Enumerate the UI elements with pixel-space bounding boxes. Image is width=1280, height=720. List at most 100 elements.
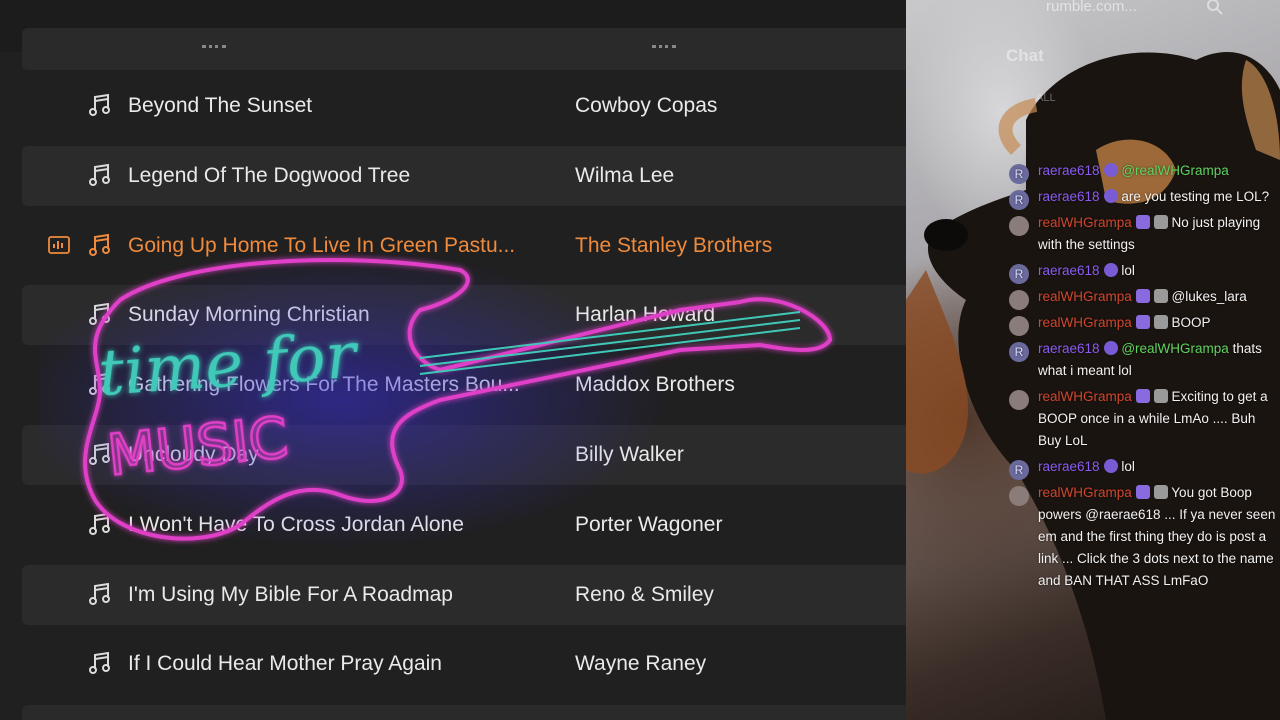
avatar[interactable] [1009,316,1029,336]
partially-visible-track-row-bottom[interactable] [22,705,906,720]
clipped-title-text [202,42,226,48]
user-badge-icon [1153,389,1168,403]
chat-username[interactable]: realWHGrampa [1038,315,1132,330]
track-artist[interactable]: Maddox Brothers [575,350,735,420]
dog-paw [906,270,968,474]
chat-text: lol [1121,459,1135,474]
user-badge-icon [1103,189,1118,203]
chat-username[interactable]: realWHGrampa [1038,389,1132,404]
music-note-icon [89,233,111,257]
music-note-icon [89,302,111,326]
track-row[interactable]: I Won't Have To Cross Jordan Alone Porter… [22,495,906,555]
clipped-artist-text [652,42,676,48]
user-badge-icon [1103,459,1118,473]
music-note-icon [89,93,111,117]
chat-message: Rraerae618 lol [1006,260,1276,284]
avatar[interactable]: R [1009,190,1029,210]
track-title: Beyond The Sunset [128,94,313,117]
track-title: Going Up Home To Live In Green Pastu... [128,233,516,257]
track-artist[interactable]: Billy Walker [575,420,684,490]
track-row[interactable]: Legend Of The Dogwood Tree Wilma Lee [22,145,906,206]
avatar[interactable]: R [1009,460,1029,480]
chat-message: realWHGrampa No just playing with the se… [1006,212,1276,256]
chat-text: are you testing me LOL? [1121,189,1270,204]
track-artist[interactable]: Porter Wagoner [575,490,722,560]
chat-filter-all[interactable]: ALL [1036,92,1056,104]
avatar[interactable]: R [1009,342,1029,362]
user-badge-icon [1153,315,1168,329]
chat-username[interactable]: realWHGrampa [1038,215,1132,230]
avatar[interactable] [1009,390,1029,410]
track-artist[interactable]: Reno & Smiley [575,560,714,630]
site-url-text: rumble.com... [1046,0,1137,15]
track-row[interactable]: Gathering Flowers For The Masters Bou...… [22,355,906,415]
chat-message: Rraerae618 lol [1006,456,1276,480]
user-badge-icon [1135,485,1150,499]
music-note-icon [89,582,111,606]
avatar[interactable] [1009,486,1029,506]
chat-text: lol [1121,263,1135,278]
track-row[interactable]: Going Up Home To Live In Green Pastu... T… [22,216,906,276]
user-badge-icon [1153,289,1168,303]
music-note-icon [89,442,111,466]
chat-username[interactable]: realWHGrampa [1038,289,1132,304]
chat-username[interactable]: raerae618 [1038,263,1100,278]
user-badge-icon [1135,215,1150,229]
avatar[interactable] [1009,290,1029,310]
chat-username[interactable]: raerae618 [1038,459,1100,474]
user-badge-icon [1103,263,1118,277]
track-row[interactable]: I'm Using My Bible For A Roadmap Reno & S… [22,564,906,625]
track-title: I'm Using My Bible For A Roadmap [128,582,453,606]
chat-message: Rraerae618 @realWHGrampa [1006,160,1276,184]
music-note-icon [89,512,111,536]
user-badge-icon [1135,389,1150,403]
chat-message: Rraerae618 @realWHGrampa thats what i me… [1006,338,1276,382]
chat-message: realWHGrampa Exciting to get a BOOP once… [1006,386,1276,452]
music-note-icon [89,651,111,675]
music-note-icon [89,163,111,187]
track-list: Beyond The Sunset Cowboy Copas Legend Of T… [22,76,906,704]
track-artist[interactable]: The Stanley Brothers [575,211,772,281]
avatar[interactable] [1009,216,1029,236]
track-row[interactable]: Beyond The Sunset Cowboy Copas [22,76,906,136]
user-badge-icon [1153,485,1168,499]
track-title: I Won't Have To Cross Jordan Alone [128,512,464,536]
user-badge-icon [1103,163,1118,177]
avatar[interactable]: R [1009,164,1029,184]
chat-text: BOOP [1171,315,1211,330]
chat-username[interactable]: raerae618 [1038,341,1100,356]
avatar[interactable]: R [1009,264,1029,284]
user-badge-icon [1103,341,1118,355]
chat-text: You got Boop powers @raerae618 ... If ya… [1038,485,1276,588]
chat-tab[interactable]: Chat [1006,46,1044,66]
user-badge-icon [1153,215,1168,229]
user-badge-icon [1135,315,1150,329]
chat-message: Rraerae618 are you testing me LOL? [1006,186,1276,210]
chat-message: realWHGrampa @lukes_lara [1006,286,1276,310]
track-title: Uncloudy Day [128,442,259,466]
track-artist[interactable]: Wilma Lee [575,141,674,211]
track-title: If I Could Hear Mother Pray Again [128,652,442,676]
track-artist[interactable]: Wayne Raney [575,629,706,699]
chat-text: @lukes_lara [1171,289,1247,304]
chat-username[interactable]: raerae618 [1038,163,1100,178]
dog-nose [924,219,968,251]
track-row[interactable]: Sunday Morning Christian Harlan Howard [22,285,906,346]
track-artist[interactable]: Cowboy Copas [575,71,717,141]
track-title: Gathering Flowers For The Masters Bou... [128,373,520,397]
chat-username[interactable]: raerae618 [1038,189,1100,204]
chat-mention[interactable]: @realWHGrampa [1121,341,1228,356]
track-row[interactable]: Uncloudy Day Billy Walker [22,424,906,485]
track-row[interactable]: If I Could Hear Mother Pray Again Wayne R… [22,634,906,694]
chat-message-list: Rraerae618 @realWHGrampa Rraerae618 are … [1006,160,1276,596]
search-icon[interactable] [1206,0,1224,16]
music-note-icon [89,372,111,396]
partially-visible-track-row[interactable] [22,28,906,70]
chat-message: realWHGrampa BOOP [1006,312,1276,336]
playlist-panel: Beyond The Sunset Cowboy Copas Legend Of T… [0,0,906,720]
track-artist[interactable]: Harlan Howard [575,280,715,350]
chat-mention[interactable]: @realWHGrampa [1121,163,1228,178]
chat-username[interactable]: realWHGrampa [1038,485,1132,500]
track-title: Sunday Morning Christian [128,303,370,327]
now-playing-icon [48,235,70,254]
